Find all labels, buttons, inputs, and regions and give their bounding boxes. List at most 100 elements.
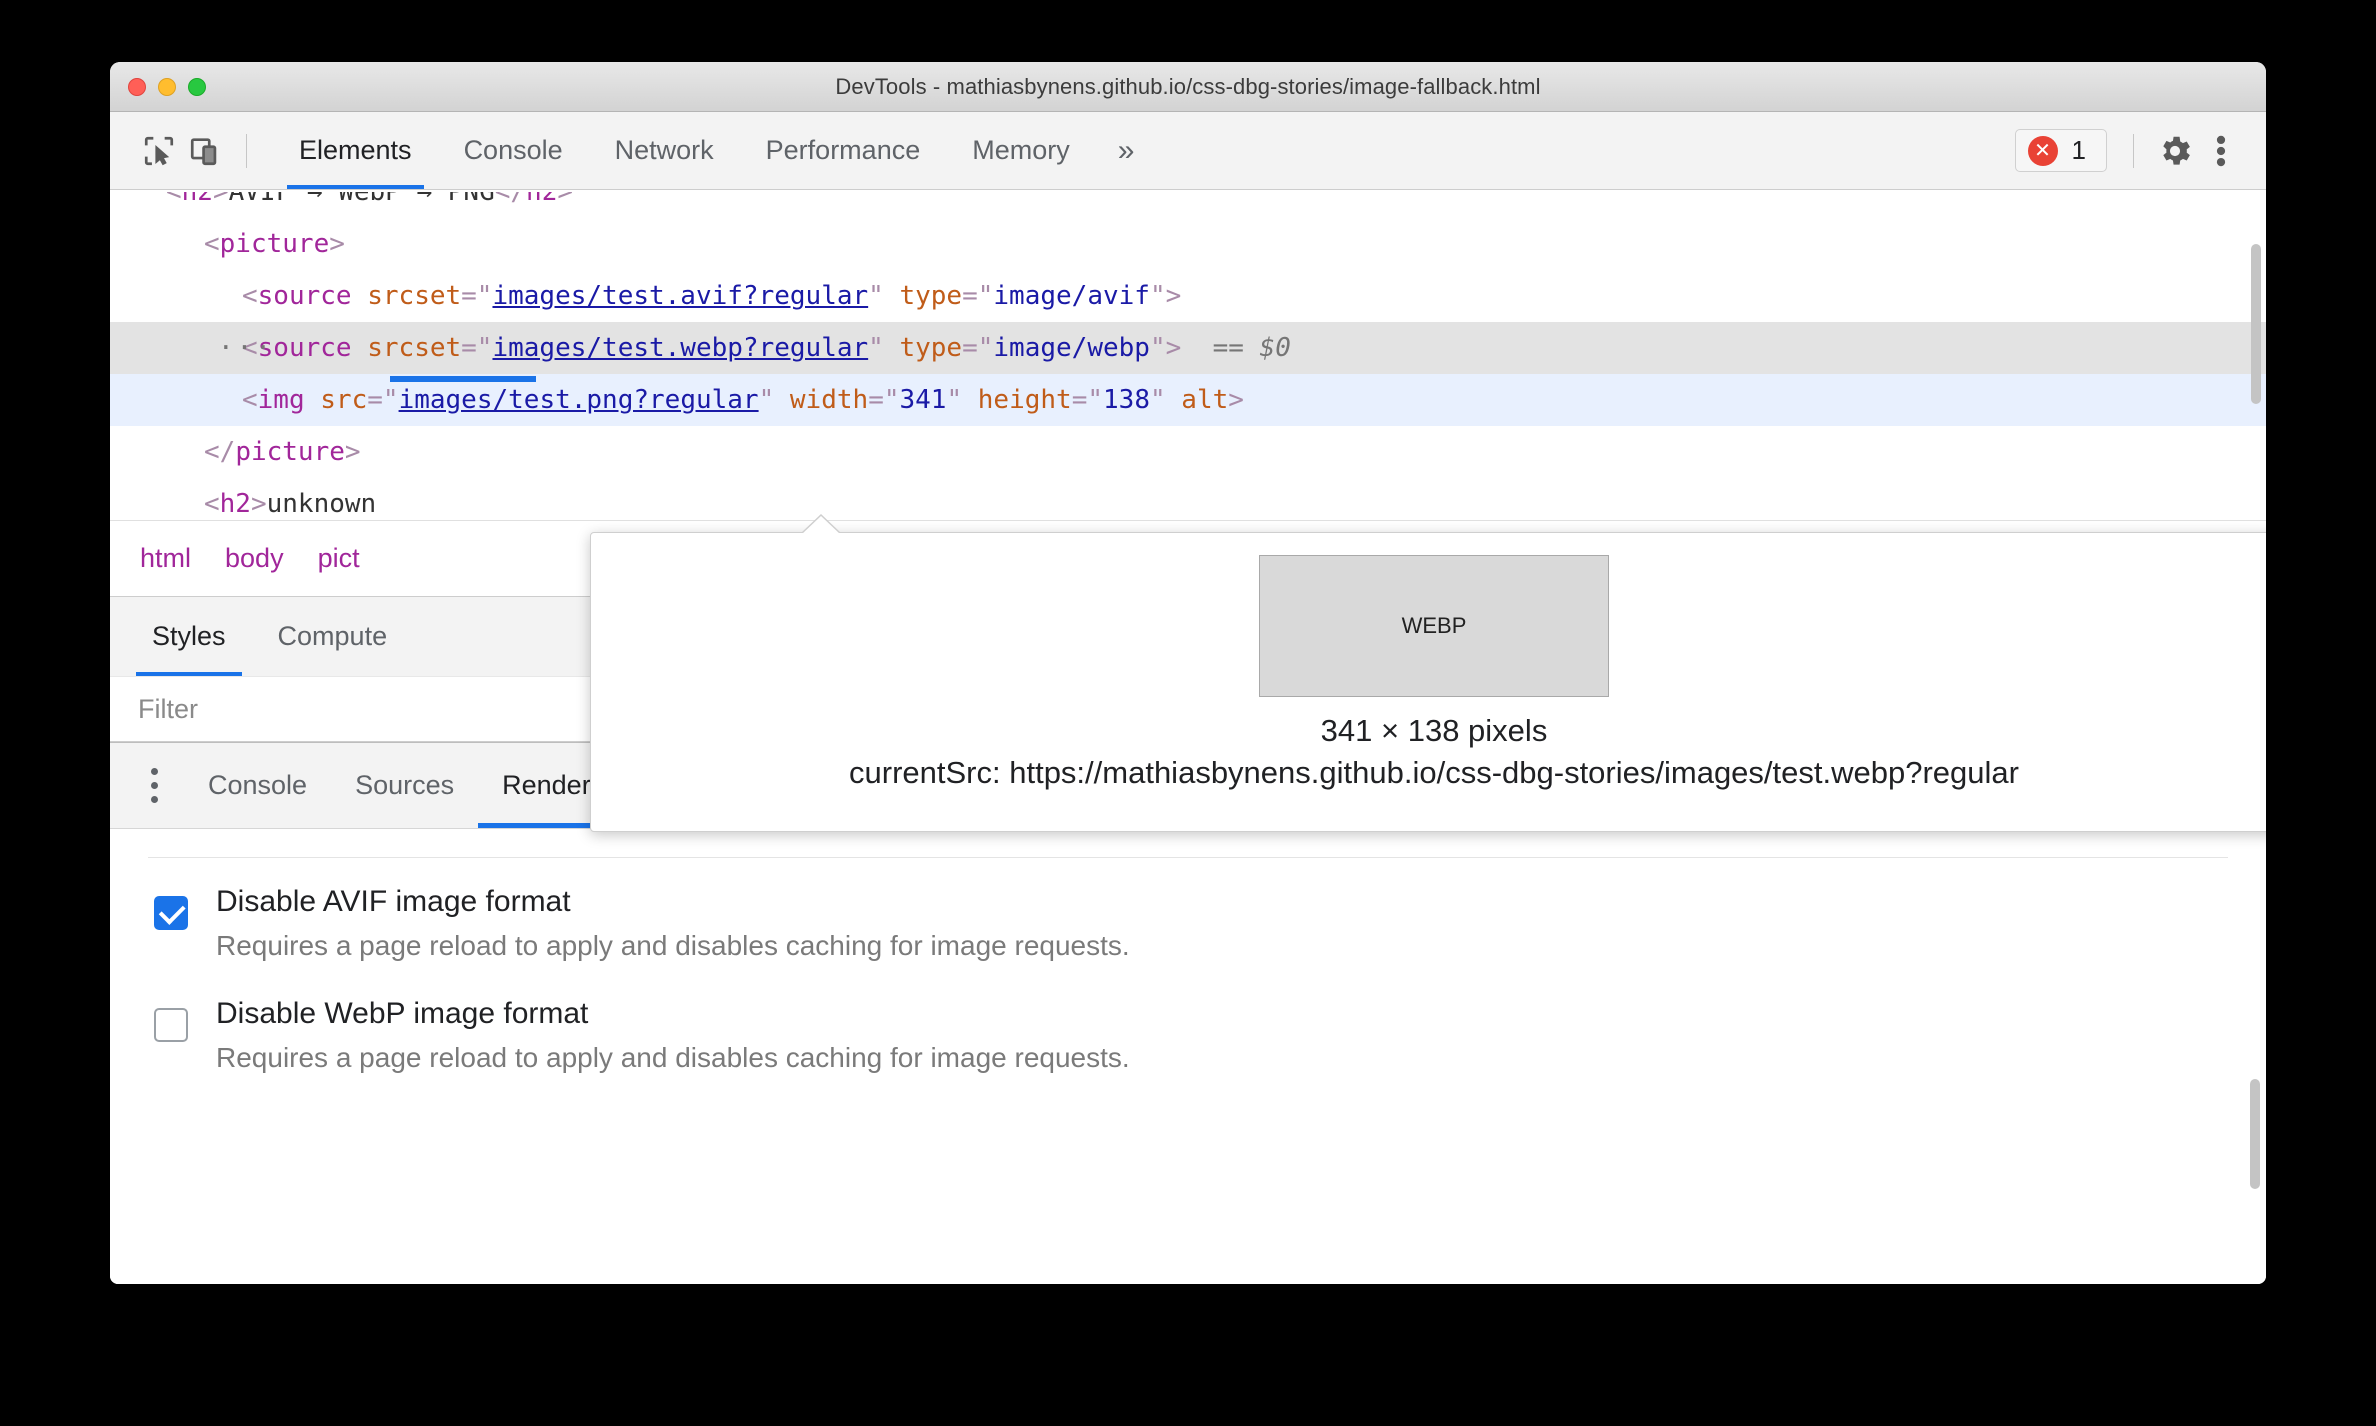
tab-network[interactable]: Network [589,112,740,189]
code-token: > [1228,385,1244,415]
toolbar-divider-2 [2133,133,2134,168]
code-token: unknown [266,489,377,519]
attribute-value-link[interactable]: images/test.png?regular [399,385,759,415]
code-token: > [1165,281,1182,311]
devtools-window: DevTools - mathiasbynens.github.io/css-d… [110,62,2266,1284]
code-token: </ [204,437,236,467]
attribute-value-link[interactable]: images/test.avif?regular [492,281,868,311]
tab-network-label: Network [614,135,714,165]
code-token: image/avif [993,281,1150,311]
disable-webp-label: Disable WebP image format [216,997,589,1031]
code-token: picture [219,229,330,259]
code-token: srcset [367,333,462,363]
drawer-more-tools-icon[interactable] [134,768,174,803]
setting-disable-webp[interactable]: Disable WebP image format Requires a pag… [110,996,2266,1076]
image-dimensions-label: 341 × 138 pixels [1320,713,1548,748]
code-token: type [899,281,963,311]
code-token: " [946,385,963,415]
tab-console-label: Console [463,135,563,165]
title-bar: DevTools - mathiasbynens.github.io/css-d… [110,62,2266,112]
tab-computed[interactable]: Compute [252,597,414,676]
h2-avif-line[interactable]: <h2>AVIF → WebP → PNG</h2> [110,192,2266,218]
panel-tabs: Elements Console Network Performance Mem… [273,112,1156,189]
traffic-lights [128,77,206,96]
dom-tree[interactable]: <h2>AVIF → WebP → PNG</h2> <picture> <sour… [110,190,2266,520]
tab-performance[interactable]: Performance [740,112,947,189]
breadcrumb-item-html[interactable]: html [140,543,191,574]
tab-styles[interactable]: Styles [126,597,252,676]
source-avif-line[interactable]: <source srcset="images/test.avif?regular… [110,270,2266,322]
maximize-button[interactable] [188,77,206,96]
code-token: " [868,281,884,311]
kebab-menu-icon[interactable] [2198,128,2244,174]
code-token: " [1149,333,1166,363]
drawer-tab-sources[interactable]: Sources [331,743,478,828]
img-line-content: <img src="images/test.png?regular" width… [166,385,1244,415]
code-token: picture [235,437,345,467]
disable-avif-label: Disable AVIF image format [216,885,571,918]
chevron-double-right-icon[interactable]: » [1096,134,1157,168]
code-token: " [1149,385,1166,415]
code-token: type [899,333,963,363]
code-token: </ [494,192,527,207]
code-token: =" [461,281,493,311]
tab-console[interactable]: Console [438,112,589,189]
device-toolbar-icon[interactable] [182,128,228,174]
tab-performance-label: Performance [765,135,921,165]
breadcrumb-item-picture[interactable]: pict [318,543,360,574]
code-token: height [977,385,1072,415]
source-webp-line[interactable]: ··· <source srcset="images/test.webp?regu… [110,322,2266,374]
picture-close-line[interactable]: </picture> [110,426,2266,478]
code-token: $0 [1243,333,1291,363]
expand-ellipsis-icon[interactable]: ··· [218,322,274,374]
code-token: < [204,489,220,519]
breadcrumb-item-body[interactable]: body [225,543,284,574]
code-token: h2 [181,192,213,207]
setting-disable-avif[interactable]: Disable AVIF image format Requires a pag… [110,884,2266,964]
rendering-settings-list: Disable AVIF image format Requires a pag… [110,829,2266,1284]
image-preview-format-label: WEBP [1401,613,1467,638]
attribute-value-link[interactable]: images/test.webp?regular [492,333,868,363]
code-token: < [242,281,258,311]
toolbar-right-actions: ✕ 1 [2014,128,2244,174]
dom-tree-scrollbar[interactable] [2251,244,2261,404]
code-token: width [789,385,869,415]
minimize-button[interactable] [158,77,176,96]
code-token: > [212,192,229,207]
code-token: h2 [219,489,251,519]
main-toolbar: Elements Console Network Performance Mem… [110,112,2266,190]
tab-memory-label: Memory [972,135,1070,165]
code-token: srcset [367,281,462,311]
gear-icon[interactable] [2152,128,2198,174]
tab-memory[interactable]: Memory [946,112,1096,189]
tab-styles-label: Styles [152,621,226,651]
code-token: image/webp [993,333,1150,363]
code-token: " [758,385,775,415]
picture-open-line[interactable]: <picture> [110,218,2266,270]
tab-elements[interactable]: Elements [273,112,438,189]
drawer-tab-console[interactable]: Console [184,743,331,828]
inspect-element-icon[interactable] [136,128,182,174]
code-token: src [320,385,368,415]
h2-unknown-line[interactable]: <h2>unknown [110,478,2266,520]
disable-webp-description: Requires a page reload to apply and disa… [216,1041,1130,1073]
disable-avif-checkbox[interactable] [154,896,188,930]
image-preview-thumbnail: WEBP [1259,555,1609,697]
drawer-scrollbar[interactable] [2250,1079,2260,1189]
error-count-badge[interactable]: ✕ 1 [2014,129,2107,172]
disable-avif-description: Requires a page reload to apply and disa… [216,929,1130,961]
code-token: h2 [526,192,558,207]
h2-unknown-line-content: <h2>unknown [166,489,376,519]
code-token: source [257,281,352,311]
code-token: 138 [1103,385,1150,415]
disable-webp-checkbox[interactable] [154,1008,188,1043]
tab-elements-label: Elements [299,135,412,165]
close-button[interactable] [128,77,146,96]
